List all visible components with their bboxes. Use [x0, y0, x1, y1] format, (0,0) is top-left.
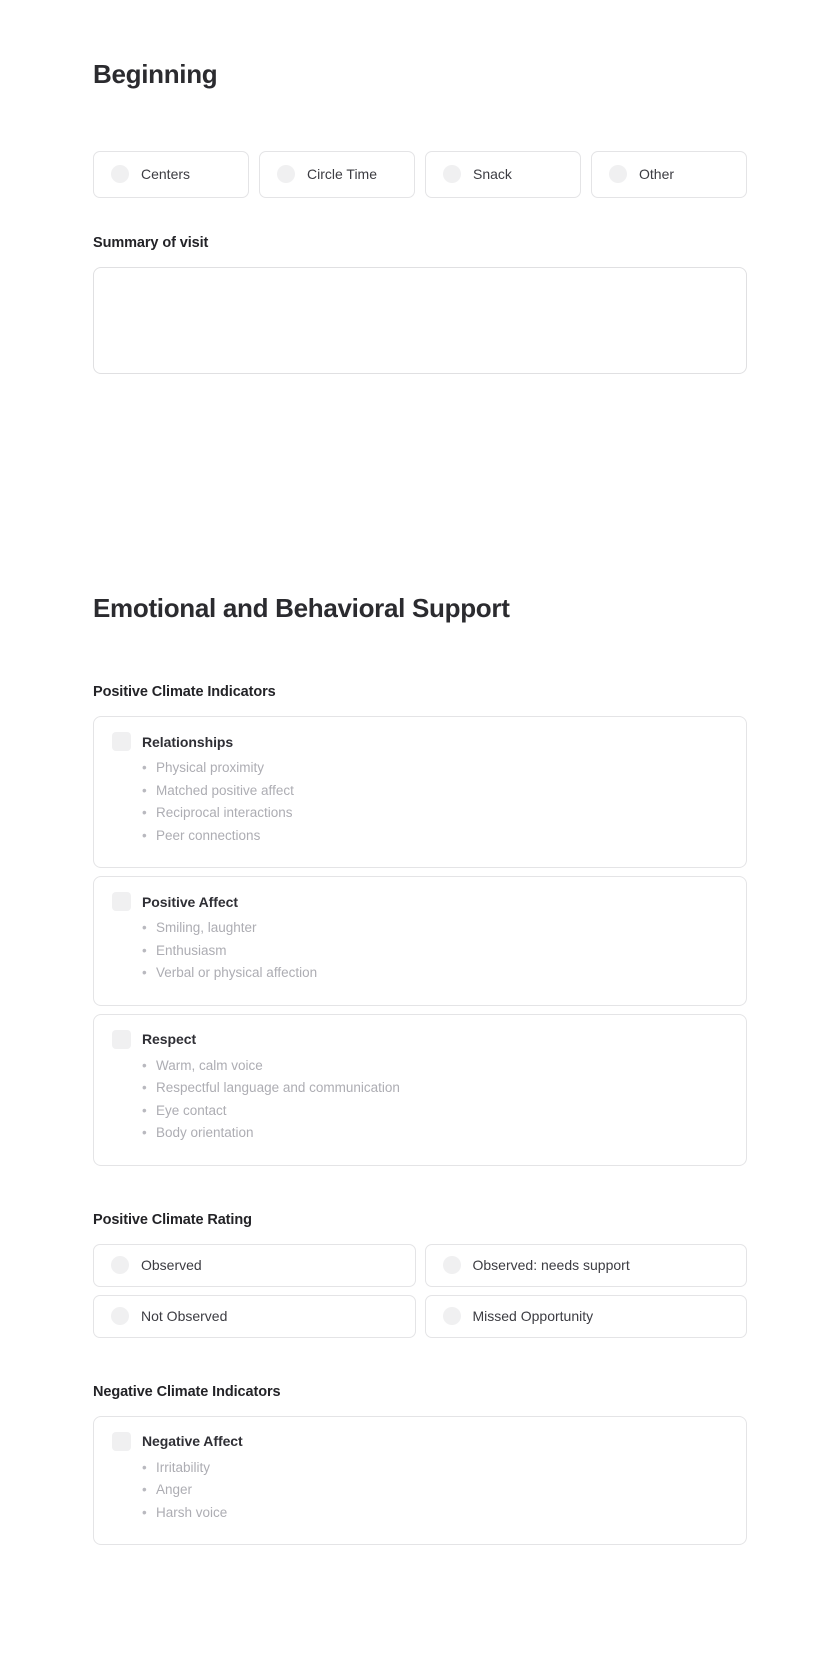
radio-circle-icon — [442, 1256, 461, 1275]
indicator-card-positive-affect[interactable]: Positive Affect Smiling, laughter Enthus… — [93, 876, 747, 1006]
section-title-beginning: Beginning — [93, 59, 218, 89]
list-item: Eye contact — [142, 1100, 728, 1123]
activity-option-label: Centers — [141, 166, 191, 183]
activity-option-row: Centers Circle Time Snack Other — [93, 150, 747, 198]
radio-circle-icon — [111, 1307, 129, 1326]
list-item: Enthusiasm — [142, 940, 728, 963]
list-item: Body orientation — [142, 1122, 728, 1145]
rating-option-missed-opportunity[interactable]: Missed Opportunity — [424, 1294, 747, 1338]
list-item: Verbal or physical affection — [142, 962, 728, 985]
list-item: Smiling, laughter — [142, 917, 728, 940]
indicator-bullet-list: Physical proximity Matched positive affe… — [112, 757, 728, 847]
spacer-large — [93, 379, 747, 594]
list-item: Respectful language and communication — [142, 1077, 728, 1100]
list-item: Peer connections — [142, 825, 728, 848]
activity-option-snack[interactable]: Snack — [425, 150, 581, 198]
rating-option-not-observed[interactable]: Not Observed — [93, 1294, 416, 1338]
checkbox-icon[interactable] — [112, 892, 131, 912]
rating-option-label: Observed: needs support — [472, 1257, 630, 1274]
positive-climate-rating-options: Observed Observed: needs support Not Obs… — [93, 1243, 747, 1338]
activity-option-label: Circle Time — [307, 166, 378, 183]
list-item: Matched positive affect — [142, 780, 728, 803]
indicator-card-relationships[interactable]: Relationships Physical proximity Matched… — [93, 716, 747, 869]
rating-option-observed-needs-support[interactable]: Observed: needs support — [424, 1243, 747, 1287]
list-item: Physical proximity — [142, 757, 728, 780]
card-header: Relationships — [112, 732, 728, 752]
radio-circle-icon — [111, 1256, 129, 1275]
group-label-negative-climate-indicators: Negative Climate Indicators — [93, 1383, 281, 1400]
summary-of-visit-textarea[interactable] — [93, 266, 747, 374]
rating-option-label: Missed Opportunity — [472, 1308, 594, 1325]
group-label-positive-climate-indicators: Positive Climate Indicators — [93, 684, 276, 701]
list-item: Irritability — [142, 1457, 728, 1480]
indicator-bullet-list: Irritability Anger Harsh voice — [112, 1457, 728, 1525]
indicator-card-title: Relationships — [142, 733, 234, 750]
card-header: Respect — [112, 1029, 728, 1049]
indicator-bullet-list: Smiling, laughter Enthusiasm Verbal or p… — [112, 917, 728, 985]
positive-climate-indicator-cards: Relationships Physical proximity Matched… — [93, 716, 747, 1166]
card-header: Negative Affect — [112, 1431, 728, 1451]
rating-option-label: Observed — [141, 1257, 202, 1274]
radio-circle-icon — [609, 165, 627, 184]
checkbox-icon[interactable] — [112, 1029, 131, 1049]
list-item: Reciprocal interactions — [142, 802, 728, 825]
activity-option-label: Snack — [473, 166, 512, 183]
observation-form-page: Beginning Centers Circle Time Snack Othe… — [0, 0, 840, 1680]
activity-option-label: Other — [639, 166, 675, 183]
spacer-top — [93, 0, 747, 60]
summary-of-visit-label: Summary of visit — [93, 234, 209, 251]
indicator-card-title: Negative Affect — [142, 1433, 243, 1450]
rating-option-observed[interactable]: Observed — [93, 1243, 416, 1287]
indicator-bullet-list: Warm, calm voice Respectful language and… — [112, 1055, 728, 1145]
section-title-emotional-behavioral-support: Emotional and Behavioral Support — [93, 592, 510, 623]
indicator-card-negative-affect[interactable]: Negative Affect Irritability Anger Harsh… — [93, 1415, 747, 1546]
indicator-card-title: Respect — [142, 1031, 197, 1048]
rating-option-label: Not Observed — [141, 1308, 228, 1325]
activity-option-circle-time[interactable]: Circle Time — [259, 150, 415, 198]
radio-circle-icon — [442, 1307, 461, 1326]
indicator-card-respect[interactable]: Respect Warm, calm voice Respectful lang… — [93, 1013, 747, 1166]
checkbox-icon[interactable] — [112, 732, 131, 752]
form-content: Beginning Centers Circle Time Snack Othe… — [0, 0, 840, 1546]
indicator-card-title: Positive Affect — [142, 893, 238, 910]
list-item: Harsh voice — [142, 1502, 728, 1525]
activity-option-centers[interactable]: Centers — [93, 150, 249, 198]
radio-circle-icon — [443, 165, 461, 184]
radio-circle-icon — [111, 165, 129, 184]
list-item: Anger — [142, 1479, 728, 1502]
negative-climate-indicator-cards: Negative Affect Irritability Anger Harsh… — [93, 1415, 747, 1546]
checkbox-icon[interactable] — [112, 1431, 131, 1451]
activity-option-other[interactable]: Other — [591, 150, 747, 198]
card-header: Positive Affect — [112, 892, 728, 912]
group-label-positive-climate-rating: Positive Climate Rating — [93, 1211, 252, 1228]
list-item: Warm, calm voice — [142, 1055, 728, 1078]
radio-circle-icon — [277, 165, 295, 184]
